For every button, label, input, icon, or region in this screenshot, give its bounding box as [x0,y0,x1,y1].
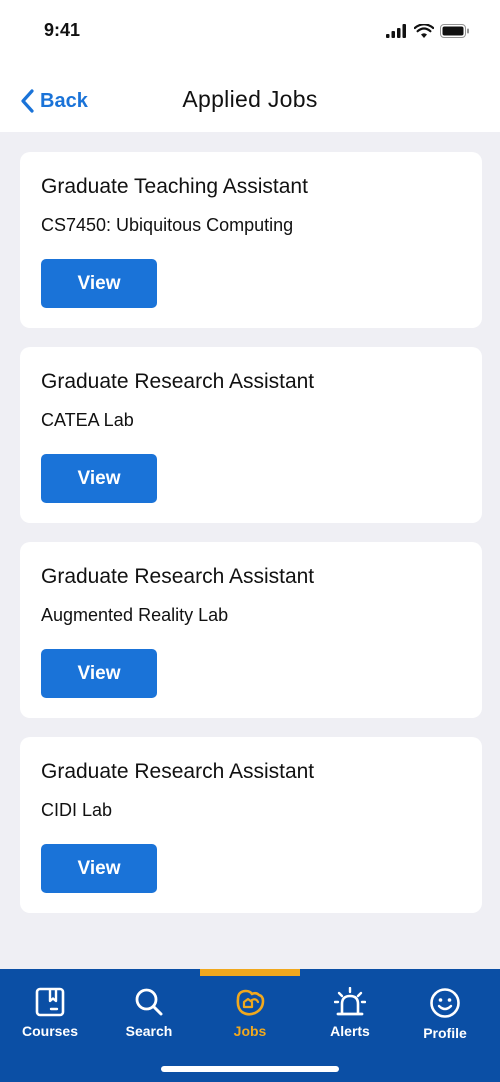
navigation-bar: Back Applied Jobs [0,62,500,132]
job-subtitle: Augmented Reality Lab [41,605,229,625]
job-card: Graduate Research Assistant Augmented Re… [20,542,482,718]
tab-label: Jobs [233,1023,267,1039]
wifi-icon [414,23,434,38]
job-title: Graduate Research Assistant [41,565,315,588]
home-indicator [161,1066,339,1072]
active-tab-indicator [200,969,300,976]
jobs-icon [236,989,265,1016]
search-icon [135,988,163,1016]
tab-courses[interactable]: Courses [0,969,100,1082]
job-subtitle: CIDI Lab [41,800,113,820]
battery-icon [440,24,469,38]
job-title: Graduate Teaching Assistant [41,175,308,198]
profile-icon [430,988,460,1018]
status-bar: 9:41 [0,0,500,62]
tab-label: Profile [423,1025,467,1041]
tab-label: Courses [21,1023,79,1039]
view-button[interactable]: View [41,649,157,698]
tab-label: Alerts [330,1023,370,1039]
view-button[interactable]: View [41,844,157,893]
page-title: Applied Jobs [182,86,318,112]
job-title: Graduate Research Assistant [41,370,315,393]
status-time: 9:41 [44,20,81,40]
courses-icon [35,987,65,1017]
job-subtitle: CATEA Lab [41,410,134,430]
tab-profile[interactable]: Profile [395,969,495,1082]
view-button[interactable]: View [41,454,157,503]
job-card: Graduate Teaching Assistant CS7450: Ubiq… [20,152,482,328]
job-card: Graduate Research Assistant CIDI Lab Vie… [20,737,482,913]
job-card: Graduate Research Assistant CATEA Lab Vi… [20,347,482,523]
job-subtitle: CS7450: Ubiquitous Computing [41,215,294,235]
cellular-signal-icon [386,24,406,38]
job-title: Graduate Research Assistant [41,760,315,783]
status-icons [386,22,470,40]
tab-bar: Courses Search Jobs Alerts Profile [0,969,500,1082]
applied-jobs-list: Graduate Teaching Assistant CS7450: Ubiq… [20,152,482,932]
view-button[interactable]: View [41,259,157,308]
alerts-icon [334,987,366,1016]
tab-label: Search [125,1023,173,1039]
